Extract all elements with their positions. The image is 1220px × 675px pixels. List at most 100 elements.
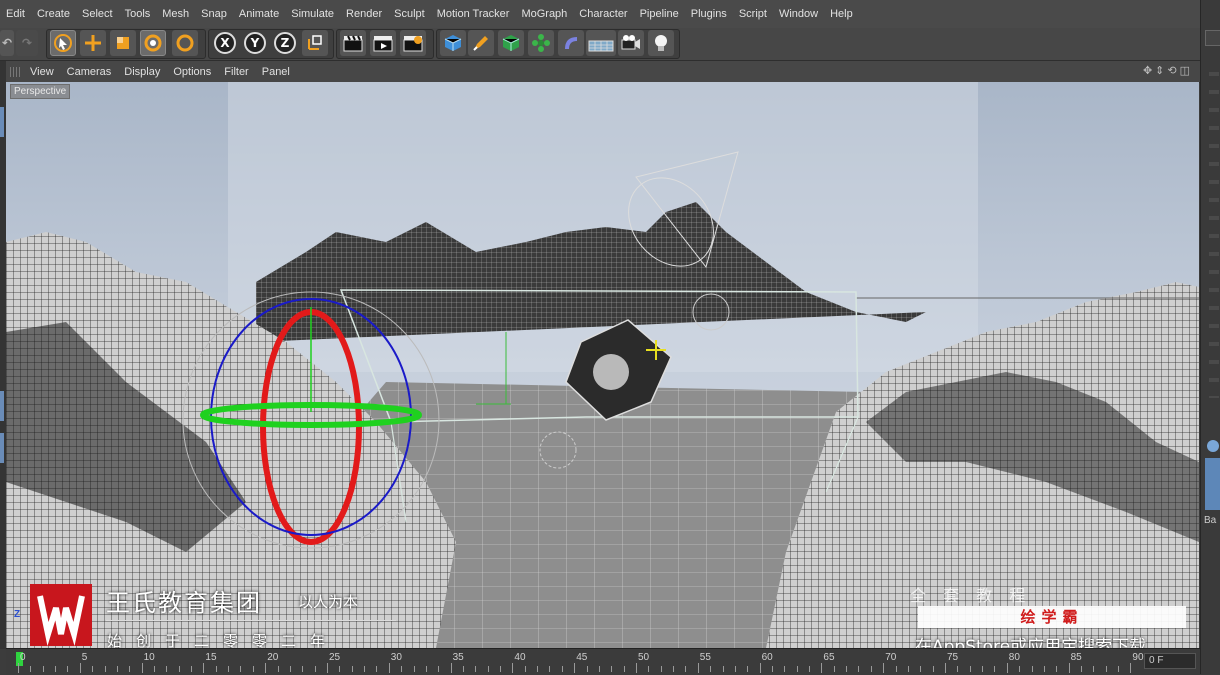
add-cube-button[interactable]	[440, 30, 466, 56]
menu-render[interactable]: Render	[340, 8, 388, 20]
z-axis-button[interactable]: Z	[272, 30, 298, 56]
menu-pipeline[interactable]: Pipeline	[634, 8, 685, 20]
add-spline-button[interactable]	[468, 30, 494, 56]
timeline-tick-mark	[265, 663, 267, 673]
menu-plugins[interactable]: Plugins	[685, 8, 733, 20]
watermark-slogan: 以人为本	[298, 593, 359, 611]
menu-snap[interactable]: Snap	[195, 8, 233, 20]
perspective-viewport[interactable]: Perspective Z	[6, 82, 1199, 648]
timeline-tick-mark	[129, 666, 131, 672]
timeline-tick-mark	[982, 666, 984, 672]
menu-mesh[interactable]: Mesh	[156, 8, 195, 20]
viewport-menu-panel[interactable]: Panel	[256, 66, 297, 78]
viewport-navigation: ✥ ⇕ ⟲ ◫	[1143, 64, 1190, 77]
menu-character[interactable]: Character	[573, 8, 633, 20]
main-toolbar: ↶ ↷ X Y Z	[0, 28, 1200, 61]
timeline-tick-label: 0	[20, 652, 26, 663]
orbit-icon[interactable]: ⟲	[1167, 64, 1176, 77]
timeline-tick-mark	[1043, 666, 1045, 672]
render-view-button[interactable]	[340, 30, 366, 56]
viewport-menu-display[interactable]: Display	[118, 66, 167, 78]
timeline-tick-mark	[994, 666, 996, 672]
add-camera-button[interactable]	[618, 30, 644, 56]
maximize-icon[interactable]: ◫	[1180, 64, 1190, 77]
scale-button[interactable]	[110, 30, 136, 56]
timeline-tick-mark	[870, 666, 872, 672]
add-nurbs-button[interactable]	[498, 30, 524, 56]
cube-core	[593, 354, 629, 390]
watermark-divider	[106, 620, 396, 621]
timeline-tick-mark	[401, 666, 403, 672]
timeline-tick-label: 65	[823, 652, 835, 663]
menu-edit[interactable]: Edit	[0, 8, 31, 20]
selected-tab[interactable]	[1205, 458, 1220, 510]
left-tab-1[interactable]	[0, 107, 4, 137]
timeline-tick-label: 70	[885, 652, 897, 663]
menu-animate[interactable]: Animate	[233, 8, 285, 20]
redo-button[interactable]: ↷	[16, 30, 38, 56]
coordinate-system-button[interactable]	[302, 30, 328, 56]
pan-icon[interactable]: ✥	[1143, 64, 1152, 77]
timeline-tick-mark	[18, 663, 19, 673]
viewport-menu-view[interactable]: View	[24, 66, 61, 78]
render-picture-viewer-button[interactable]	[370, 30, 396, 56]
add-deformer-button[interactable]	[558, 30, 584, 56]
timeline-tick-mark	[1105, 666, 1107, 672]
undo-icon: ↶	[1, 36, 13, 50]
timeline-tick-mark	[759, 663, 761, 673]
menu-script[interactable]: Script	[733, 8, 773, 20]
timeline-tick-label: 50	[638, 652, 650, 663]
timeline-tick-mark	[277, 666, 279, 672]
viewport-menu-options[interactable]: Options	[167, 66, 218, 78]
move-button[interactable]	[80, 30, 106, 56]
clapperboard-play-icon	[373, 36, 393, 52]
timeline-tick-mark	[734, 666, 736, 672]
timeline-tick-label: 90	[1132, 652, 1144, 663]
timeline-tick-mark	[1080, 666, 1082, 672]
menu-tools[interactable]: Tools	[119, 8, 157, 20]
menu-motion-tracker[interactable]: Motion Tracker	[431, 8, 516, 20]
panel-toggle-button[interactable]	[1205, 30, 1220, 46]
menu-window[interactable]: Window	[773, 8, 824, 20]
timeline-tick-mark	[240, 666, 242, 672]
cube-icon	[444, 35, 462, 51]
dolly-icon[interactable]: ⇕	[1155, 64, 1164, 77]
timeline-tick-mark	[574, 663, 576, 673]
render-settings-button[interactable]	[400, 30, 426, 56]
x-axis-button[interactable]: X	[212, 30, 238, 56]
timeline-tick-mark	[636, 663, 637, 673]
menu-help[interactable]: Help	[824, 8, 859, 20]
menu-sculpt[interactable]: Sculpt	[388, 8, 431, 20]
timeline-tick-mark	[153, 666, 155, 672]
timeline-tick-mark	[648, 666, 650, 672]
menu-mograph[interactable]: MoGraph	[515, 8, 573, 20]
menu-simulate[interactable]: Simulate	[285, 8, 340, 20]
left-tab-3[interactable]	[0, 433, 4, 463]
viewport-menu-filter[interactable]: Filter	[218, 66, 255, 78]
current-frame-field[interactable]: 0 F	[1144, 653, 1196, 669]
live-selection-button[interactable]	[50, 30, 76, 56]
rotate-button[interactable]	[140, 30, 166, 56]
menu-create[interactable]: Create	[31, 8, 76, 20]
left-tab-2[interactable]	[0, 391, 4, 421]
y-axis-button[interactable]: Y	[242, 30, 268, 56]
coordinate-system-icon	[308, 35, 322, 50]
redo-icon: ↷	[21, 36, 33, 50]
add-array-button[interactable]	[528, 30, 554, 56]
timeline-tick-label: 55	[699, 652, 711, 663]
add-floor-button[interactable]	[586, 30, 616, 56]
timeline-tick-mark	[388, 663, 390, 673]
viewport-menu-cameras[interactable]: Cameras	[61, 66, 119, 78]
timeline-tick-mark	[500, 666, 502, 672]
undo-button[interactable]: ↶	[0, 30, 14, 56]
recent-tool-button[interactable]	[172, 30, 198, 56]
x-axis-icon: X	[214, 32, 236, 54]
menu-select[interactable]: Select	[76, 8, 119, 20]
timeline-tick-mark	[92, 666, 94, 672]
timeline-tick-label: 15	[205, 652, 217, 663]
timeline-ruler[interactable]: 0 5 10 15 20 25 30 35 40 45 50 55 60 65 70 75 80 85 90 0 F	[6, 648, 1200, 675]
scale-icon	[117, 37, 129, 49]
panel-grip-icon[interactable]	[10, 66, 20, 77]
add-light-button[interactable]	[648, 30, 674, 56]
viewport-name-label: Perspective	[10, 84, 71, 99]
